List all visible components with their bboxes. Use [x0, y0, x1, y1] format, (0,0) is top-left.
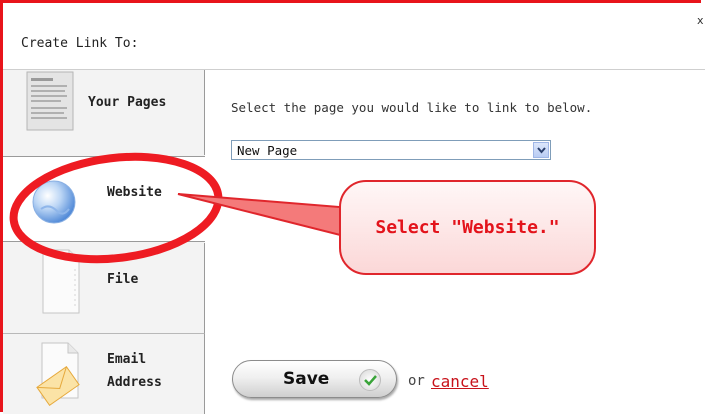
annotation-overlay	[9, 152, 596, 275]
callout-text: Select "Website."	[375, 217, 560, 238]
save-button-label: Save	[283, 369, 330, 389]
checkmark-icon	[359, 369, 381, 391]
callout-pointer	[177, 193, 353, 240]
highlight-ellipse	[9, 152, 223, 264]
cancel-link[interactable]: cancel	[431, 372, 489, 391]
or-separator: or	[408, 373, 425, 389]
save-button[interactable]: Save	[232, 360, 397, 398]
